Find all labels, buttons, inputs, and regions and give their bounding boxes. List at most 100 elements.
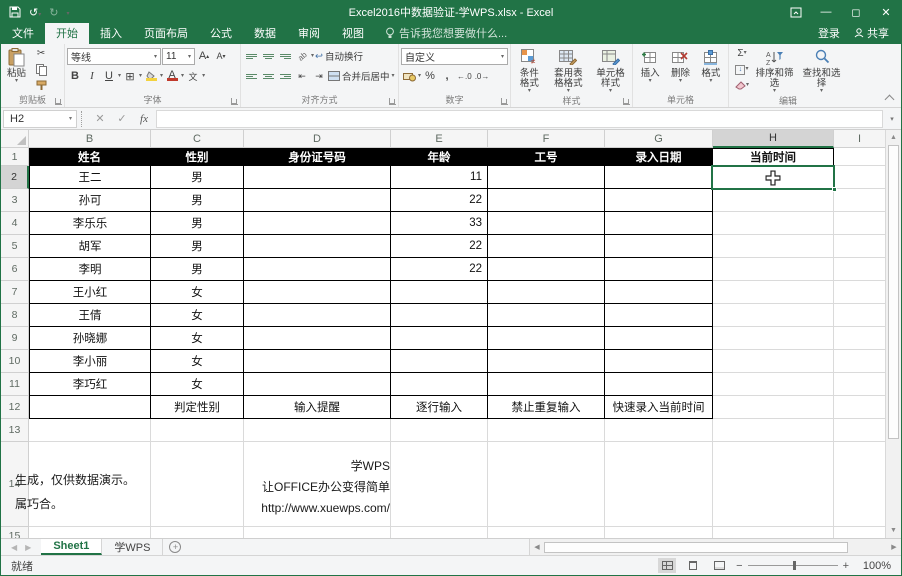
cell-empty[interactable] [834,148,885,166]
expand-formula-bar-icon[interactable]: ▾ [885,115,899,123]
number-format-select[interactable]: 自定义▾ [401,48,508,65]
cell-empty[interactable] [834,281,885,304]
share-button[interactable]: 共享 [854,25,889,41]
autosum-icon[interactable]: Σ▾ [733,46,751,61]
wrap-text-button[interactable]: ↩ 自动换行 [315,49,363,63]
cell-name[interactable]: 李小丽 [29,350,151,373]
align-top-icon[interactable] [243,48,259,65]
save-icon[interactable] [9,6,21,18]
ribbon-display-options-icon[interactable] [781,1,811,23]
cell-idnumber[interactable] [244,304,391,327]
cell-idnumber[interactable] [244,212,391,235]
decrease-decimal-icon[interactable]: .0→ [474,68,491,85]
cell-currenttime[interactable] [713,258,834,281]
phonetic-guide-icon[interactable]: 文 [185,68,201,85]
cell-entrydate[interactable] [605,258,713,281]
row-header[interactable]: 3 [1,189,29,212]
cell-gender[interactable]: 男 [151,189,244,212]
scroll-up-icon[interactable]: ▲ [886,130,901,145]
cancel-entry-icon[interactable]: ✕ [90,112,110,125]
conditional-formatting-button[interactable]: ≠ 条件格式 ▾ [513,46,546,95]
cell-empty[interactable] [834,373,885,396]
tab-data[interactable]: 数据 [243,22,287,44]
redo-icon[interactable]: ↻ [49,6,58,19]
sheet-nav-left-icon[interactable]: ◀ [11,543,17,552]
cell-name[interactable]: 李乐乐 [29,212,151,235]
scroll-left-icon[interactable]: ◀ [530,543,544,551]
row-header[interactable]: 10 [1,350,29,373]
row-header-15[interactable]: 15 [1,527,29,538]
cell-workid[interactable] [488,373,605,396]
cell-workid[interactable] [488,212,605,235]
cell-empty[interactable] [834,212,885,235]
column-header-E[interactable]: E [391,130,488,148]
tab-file[interactable]: 文件 [1,22,45,44]
scroll-down-icon[interactable]: ▼ [886,523,901,538]
normal-view-icon[interactable] [658,558,676,573]
name-box[interactable]: H2 ▾ [3,110,77,128]
zoom-out-icon[interactable]: − [736,560,742,572]
align-middle-icon[interactable] [260,48,276,65]
cell-name[interactable]: 王小红 [29,281,151,304]
sort-filter-button[interactable]: AZ 排序和筛选 ▾ [751,46,798,95]
cell-entrydate[interactable] [605,189,713,212]
cut-icon[interactable]: ✂ [32,46,50,61]
cell-name[interactable]: 李巧红 [29,373,151,396]
cell-entrydate[interactable] [605,350,713,373]
cell-workid[interactable] [488,350,605,373]
cell-idnumber[interactable] [244,281,391,304]
row-header[interactable]: 2 [1,166,29,189]
borders-icon[interactable]: ⊞ [122,68,138,85]
clipboard-dialog-launcher[interactable] [55,98,62,105]
cell-gender[interactable]: 男 [151,166,244,189]
cell-empty[interactable] [713,396,834,419]
maximize-button[interactable]: ◻ [841,1,871,23]
fill-color-icon[interactable] [143,68,159,85]
cell-name[interactable]: 王二 [29,166,151,189]
column-header-F[interactable]: F [488,130,605,148]
cell-entrydate[interactable] [605,212,713,235]
tell-me-box[interactable]: 告诉我您想要做什么... [375,22,517,44]
underline-button[interactable]: U [101,68,117,85]
cell-idnumber[interactable] [244,235,391,258]
bold-button[interactable]: B [67,68,83,85]
styles-dialog-launcher[interactable] [623,98,630,105]
cell-name[interactable]: 胡军 [29,235,151,258]
merge-center-button[interactable]: 合并后居中 ▾ [328,69,395,83]
tab-formulas[interactable]: 公式 [199,22,243,44]
tab-review[interactable]: 审阅 [287,22,331,44]
cell-gender[interactable]: 女 [151,350,244,373]
page-break-view-icon[interactable] [710,558,728,573]
cell-idnumber[interactable] [244,189,391,212]
cell-gender[interactable]: 女 [151,281,244,304]
column-header-H-selected[interactable]: H [713,130,834,148]
decrease-indent-icon[interactable]: ⇤ [294,68,310,85]
accounting-format-icon[interactable] [401,68,417,85]
cell-gender[interactable]: 女 [151,304,244,327]
cell-workid[interactable] [488,304,605,327]
cell-idnumber[interactable] [244,258,391,281]
sheet-tab-xuewps[interactable]: 学WPS [102,539,163,555]
column-header-I[interactable]: I [834,130,885,148]
cell-idnumber[interactable] [244,373,391,396]
collapse-ribbon-icon[interactable] [885,95,895,105]
new-sheet-button[interactable]: + [163,539,187,555]
sheet-nav-right-icon[interactable]: ▶ [25,543,31,552]
cell-empty[interactable] [834,166,885,189]
percent-style-icon[interactable]: % [422,68,438,85]
cell-age[interactable]: 22 [391,258,488,281]
comma-style-icon[interactable]: , [439,68,455,85]
vertical-scrollbar[interactable]: ▲ ▼ [885,130,901,538]
confirm-entry-icon[interactable]: ✓ [112,112,132,125]
zoom-level[interactable]: 100% [857,560,891,572]
header-cell-workid[interactable]: 工号 [488,148,605,166]
cell-idnumber[interactable] [244,166,391,189]
cell-age[interactable] [391,304,488,327]
cell-currenttime[interactable] [713,212,834,235]
align-right-icon[interactable] [277,68,293,85]
cell-d12[interactable]: 输入提醒 [244,396,391,419]
cell-entrydate[interactable] [605,373,713,396]
tab-home[interactable]: 开始 [45,22,89,44]
cell-entrydate[interactable] [605,166,713,189]
cell-workid[interactable] [488,281,605,304]
